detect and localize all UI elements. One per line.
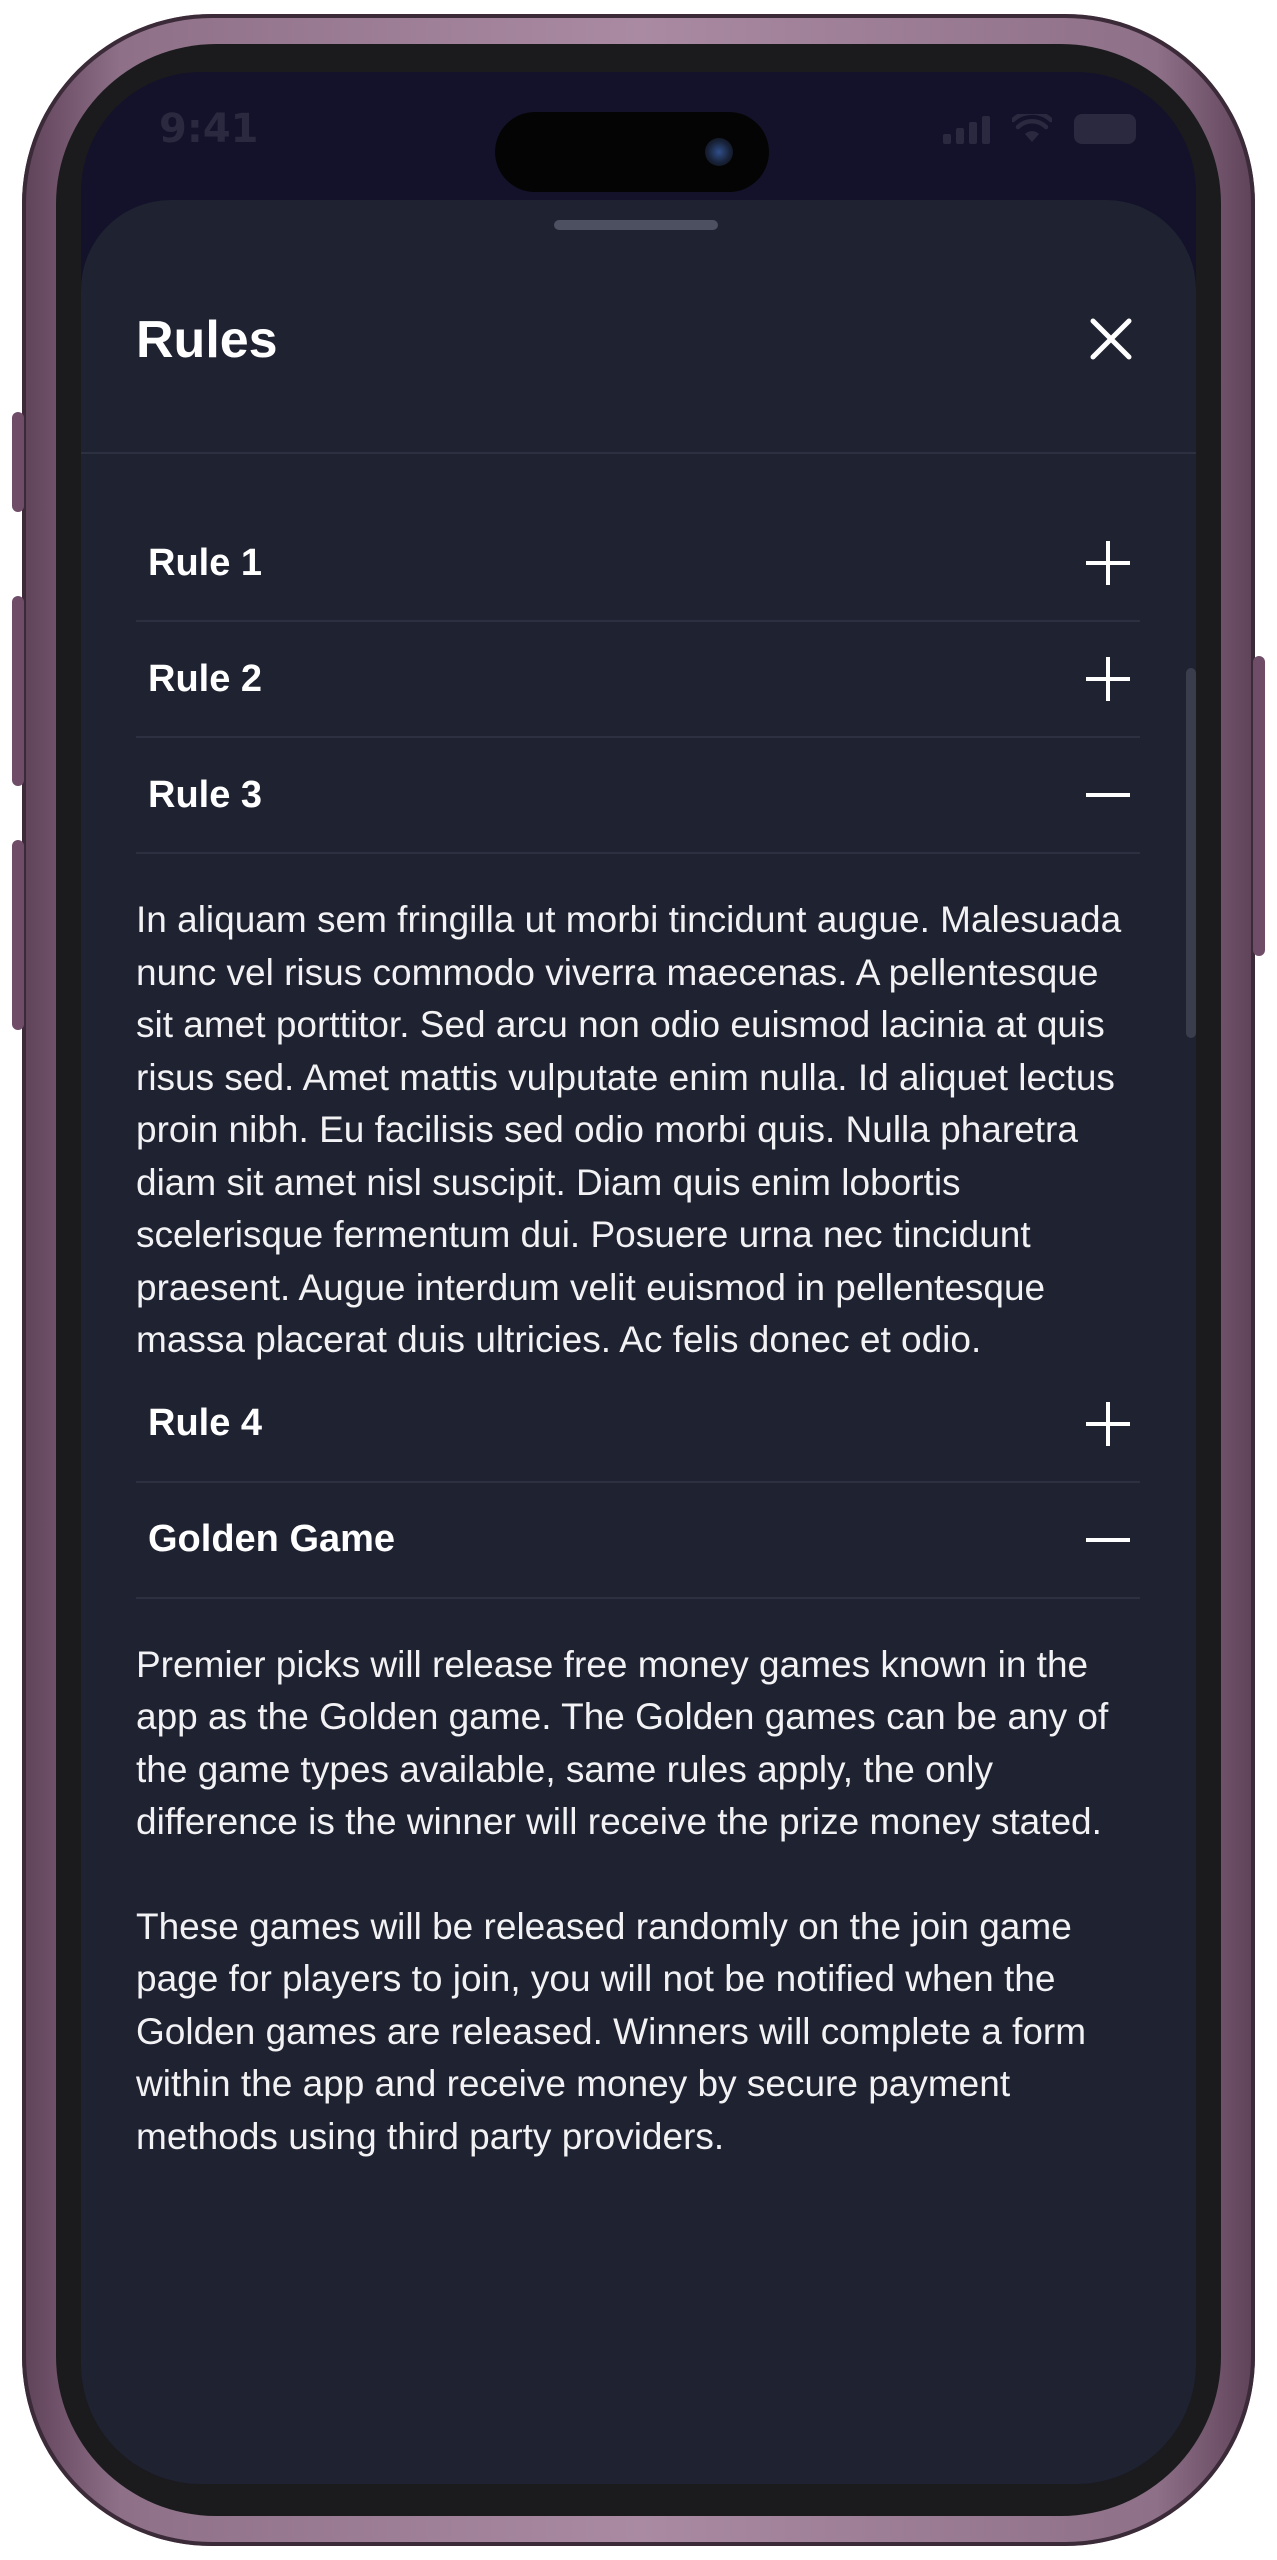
accordion-item-rule-2: Rule 2 bbox=[136, 622, 1140, 738]
accordion-header[interactable]: Rule 1 bbox=[136, 506, 1140, 622]
plus-icon[interactable] bbox=[1084, 539, 1132, 587]
close-icon[interactable] bbox=[1088, 316, 1134, 362]
accordion-item-golden-game: Golden Game Premier picks will release f… bbox=[136, 1483, 1140, 2200]
minus-icon[interactable] bbox=[1084, 1516, 1132, 1564]
dynamic-island bbox=[495, 112, 769, 192]
scrollbar[interactable] bbox=[1186, 668, 1196, 1038]
sheet-title: Rules bbox=[136, 311, 278, 369]
volume-down-button bbox=[12, 840, 24, 1030]
camera-icon bbox=[705, 138, 733, 166]
power-button bbox=[1253, 656, 1265, 956]
plus-icon[interactable] bbox=[1084, 655, 1132, 703]
status-time: 9:41 bbox=[159, 106, 259, 152]
rule-paragraph: In aliquam sem fringilla ut morbi tincid… bbox=[136, 899, 1122, 1360]
accordion-title: Rule 3 bbox=[148, 773, 263, 816]
action-button bbox=[12, 412, 24, 512]
battery-icon bbox=[1074, 114, 1136, 144]
accordion-body: In aliquam sem fringilla ut morbi tincid… bbox=[136, 854, 1140, 1403]
status-icons bbox=[943, 114, 1136, 144]
sheet-header: Rules bbox=[81, 200, 1196, 454]
cellular-signal-icon bbox=[943, 114, 990, 144]
accordion-header[interactable]: Rule 3 bbox=[136, 738, 1140, 854]
minus-icon[interactable] bbox=[1084, 771, 1132, 819]
accordion-item-rule-3: Rule 3 In aliquam sem fringilla ut morbi… bbox=[136, 738, 1140, 1403]
accordion-title: Golden Game bbox=[148, 1518, 396, 1560]
accordion-title: Rule 2 bbox=[148, 657, 263, 700]
accordion-body: Premier picks will release free money ga… bbox=[136, 1599, 1140, 2200]
accordion-header[interactable]: Rule 4 bbox=[136, 1367, 1140, 1483]
rule-paragraph: These games will be released randomly on… bbox=[136, 1905, 1087, 2157]
accordion-header[interactable]: Rule 2 bbox=[136, 622, 1140, 738]
rule-paragraph: Premier picks will release free money ga… bbox=[136, 1643, 1109, 1843]
accordion-item-rule-4: Rule 4 bbox=[136, 1367, 1140, 1483]
accordion-header[interactable]: Golden Game bbox=[136, 1483, 1140, 1599]
accordion-title: Rule 1 bbox=[148, 541, 263, 584]
accordion-title: Rule 4 bbox=[148, 1402, 263, 1444]
wifi-icon bbox=[1012, 114, 1052, 142]
plus-icon[interactable] bbox=[1084, 1400, 1132, 1448]
accordion-item-rule-1: Rule 1 bbox=[136, 506, 1140, 622]
screen: 9:41 Rules Rule 1 Rule 2 Rule 3 In aliqu… bbox=[81, 72, 1196, 2484]
volume-up-button bbox=[12, 596, 24, 786]
rules-accordion: Rule 1 Rule 2 Rule 3 In aliquam sem frin… bbox=[136, 506, 1140, 2199]
